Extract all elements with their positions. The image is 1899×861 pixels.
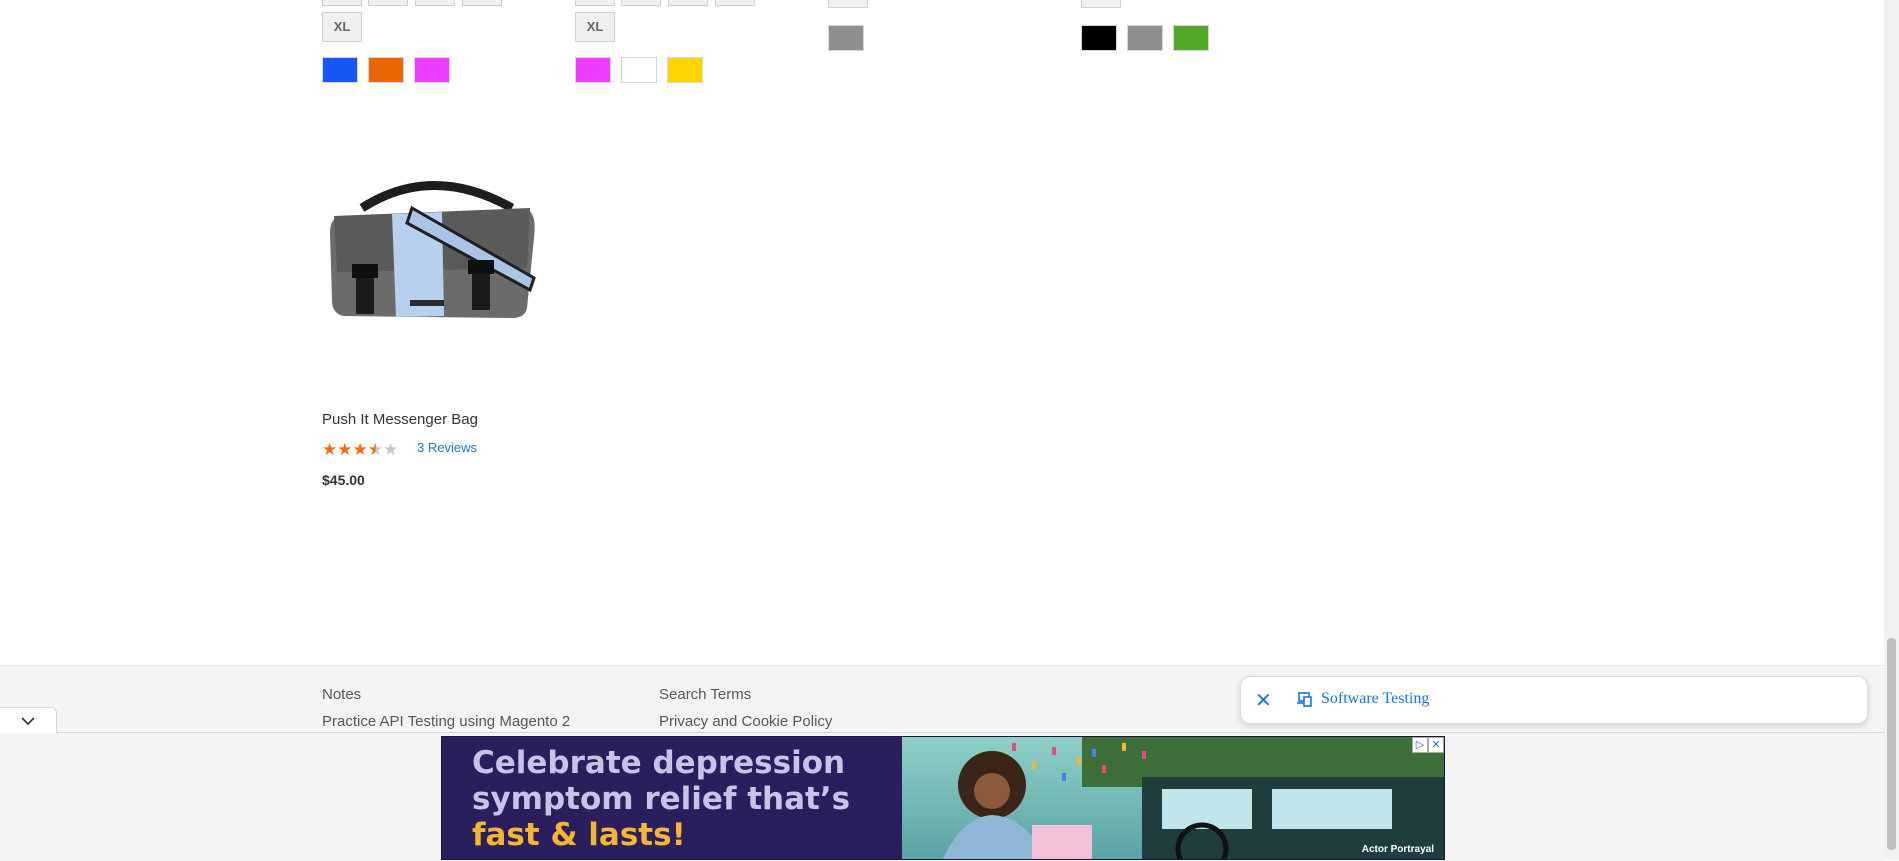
size-swatch[interactable] xyxy=(621,0,661,6)
product-name[interactable]: Push It Messenger Bag xyxy=(322,411,478,428)
search-chip-label[interactable]: Software Testing xyxy=(1321,690,1429,708)
collapse-divider xyxy=(0,732,1884,733)
footer-link-search-terms[interactable]: Search Terms xyxy=(659,686,751,703)
color-swatch-blue[interactable] xyxy=(322,57,358,83)
star-icon: ★ xyxy=(352,440,368,459)
size-swatch[interactable] xyxy=(462,0,502,6)
star-icon: ★ xyxy=(383,440,399,459)
size-swatch[interactable] xyxy=(715,0,755,6)
size-swatch[interactable] xyxy=(368,0,408,6)
size-swatch[interactable] xyxy=(575,0,615,6)
close-icon[interactable]: ✕ xyxy=(1428,737,1444,753)
reviews-link[interactable]: 3 Reviews xyxy=(417,440,477,455)
color-swatch-purple[interactable] xyxy=(575,57,611,83)
color-swatch-yellow[interactable] xyxy=(667,57,703,83)
color-swatch-gray[interactable] xyxy=(828,25,864,51)
size-swatch[interactable] xyxy=(828,0,868,8)
ad-controls: ▷ ✕ xyxy=(1412,737,1444,753)
collapse-toggle-button[interactable] xyxy=(0,707,57,733)
color-swatch-gray[interactable] xyxy=(1127,25,1163,51)
ad-photo xyxy=(902,737,1444,859)
close-icon[interactable]: ✕ xyxy=(1255,688,1272,713)
search-suggestion-chip[interactable]: ✕ Software Testing xyxy=(1240,676,1868,724)
footer-link-api-testing[interactable]: Practice API Testing using Magento 2 xyxy=(322,713,570,730)
rating-stars: ★★★★★ xyxy=(322,440,398,460)
adchoices-icon[interactable]: ▷ xyxy=(1412,737,1428,753)
ad-line: fast & lasts! xyxy=(472,817,686,853)
page-scrollbar[interactable] xyxy=(1884,0,1899,860)
ad-line: symptom relief that’s xyxy=(472,781,851,817)
size-swatch[interactable] xyxy=(322,0,362,6)
ad-disclaimer: Actor Portrayal xyxy=(1361,844,1434,855)
search-device-icon xyxy=(1297,692,1312,707)
half-star-icon: ★ xyxy=(367,440,383,459)
chevron-down-icon xyxy=(21,717,35,726)
advertisement-banner[interactable]: Celebrate depression symptom relief that… xyxy=(441,736,1445,860)
color-swatch-black[interactable] xyxy=(1081,25,1117,51)
color-swatch-orange[interactable] xyxy=(368,57,404,83)
product-image-messenger-bag[interactable] xyxy=(322,168,545,391)
star-icon: ★ xyxy=(337,440,353,459)
color-swatch-green[interactable] xyxy=(1173,25,1209,51)
size-swatch[interactable] xyxy=(668,0,708,6)
size-swatch-xl[interactable]: XL xyxy=(322,12,362,42)
ad-headline: Celebrate depression symptom relief that… xyxy=(472,745,850,853)
color-swatch-purple[interactable] xyxy=(414,57,450,83)
product-price: $45.00 xyxy=(322,472,365,488)
size-swatch-xl[interactable]: XL xyxy=(575,12,615,42)
size-swatch[interactable] xyxy=(415,0,455,6)
size-swatch[interactable] xyxy=(1081,0,1121,8)
star-icon: ★ xyxy=(322,440,338,459)
scrollbar-thumb[interactable] xyxy=(1887,638,1896,850)
footer-link-privacy[interactable]: Privacy and Cookie Policy xyxy=(659,713,832,730)
ad-line: Celebrate depression xyxy=(472,745,846,781)
footer-link-notes[interactable]: Notes xyxy=(322,686,361,703)
color-swatch-white[interactable] xyxy=(621,57,657,83)
